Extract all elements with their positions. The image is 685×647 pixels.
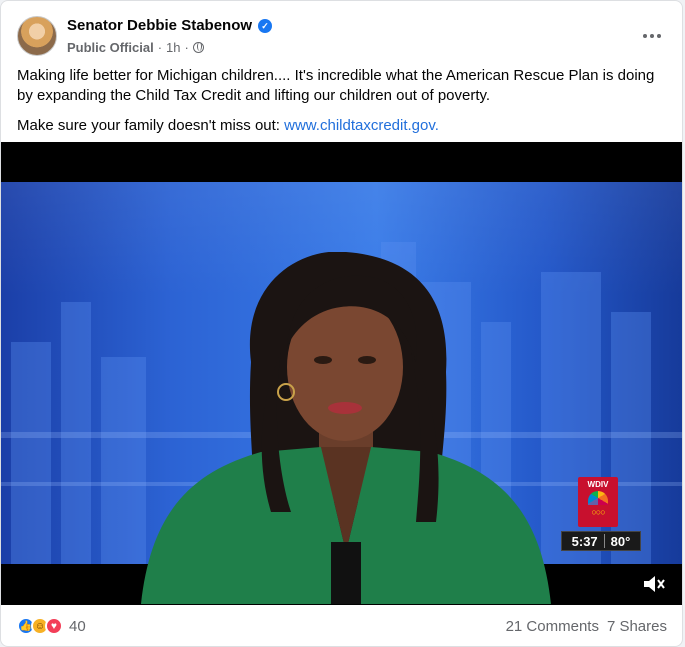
love-icon: ♥ — [45, 617, 63, 635]
more-dot-icon — [643, 34, 647, 38]
speaker-muted-icon[interactable] — [641, 572, 667, 596]
broadcast-time: 5:37 — [571, 533, 598, 549]
more-dot-icon — [650, 34, 654, 38]
post-body: Making life better for Michigan children… — [17, 66, 667, 146]
post-card: Senator Debbie Stabenow ✓ Public Officia… — [0, 0, 683, 647]
post-timestamp[interactable]: 1h — [166, 40, 180, 55]
more-options-button[interactable] — [637, 21, 667, 51]
verified-badge-icon: ✓ — [258, 18, 273, 33]
meta-separator-2: · — [184, 40, 189, 55]
post-text-prefix: Make sure your family doesn't miss out: — [17, 117, 285, 134]
author-category: Public Official — [67, 40, 154, 55]
wdiv-nbc-logo: WDIV ○○○ — [578, 477, 618, 527]
station-call-letters: WDIV — [587, 480, 609, 489]
timebug-divider — [603, 534, 605, 548]
more-dot-icon — [657, 34, 661, 38]
comments-count-link[interactable]: 21 Comments — [506, 618, 599, 635]
post-text-paragraph-2: Make sure your family doesn't miss out: … — [17, 116, 667, 136]
shares-count-link[interactable]: 7 Shares — [607, 618, 667, 635]
time-temperature-bug: 5:37 80° — [561, 531, 641, 551]
post-meta: Public Official · 1h · — [67, 40, 204, 55]
reaction-count: 40 — [69, 617, 86, 635]
meta-separator: · — [157, 40, 163, 55]
news-anchor-figure — [141, 252, 551, 604]
author-avatar[interactable] — [17, 16, 57, 56]
globe-icon — [192, 42, 204, 53]
post-header: Senator Debbie Stabenow ✓ Public Officia… — [17, 13, 667, 61]
video-player[interactable]: WDIV ○○○ 5:37 80° — [1, 142, 682, 605]
olympic-rings-icon: ○○○ — [591, 507, 605, 517]
author-name-row: Senator Debbie Stabenow ✓ — [67, 17, 273, 34]
nbc-peacock-icon — [588, 491, 608, 505]
post-footer: 👍 ☺ ♥ 40 21 Comments 7 Shares — [17, 613, 667, 639]
broadcast-temperature: 80° — [610, 533, 631, 549]
author-name[interactable]: Senator Debbie Stabenow — [67, 17, 252, 34]
post-text-paragraph-1: Making life better for Michigan children… — [17, 67, 655, 104]
reaction-summary[interactable]: 👍 ☺ ♥ 40 — [17, 617, 86, 635]
childtaxcredit-link[interactable]: www.childtaxcredit.gov. — [284, 117, 439, 134]
engagement-stats: 21 Comments 7 Shares — [506, 618, 667, 635]
